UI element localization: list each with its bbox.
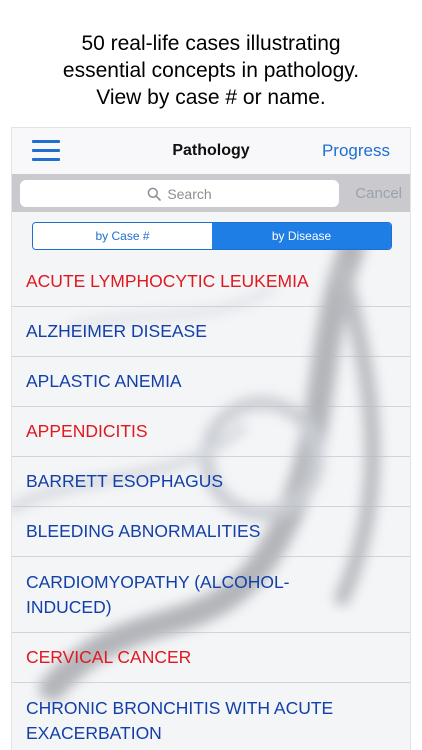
disease-name: CARDIOMYOPATHY (ALCOHOL- INDUCED)	[26, 571, 290, 617]
list-item[interactable]: APPENDICITIS	[12, 407, 410, 457]
sort-segmented-control: by Case # by Disease	[32, 222, 392, 250]
disease-name: BARRETT ESOPHAGUS	[26, 471, 224, 491]
disease-name: CERVICAL CANCER	[26, 647, 192, 667]
disease-name: APLASTIC ANEMIA	[26, 371, 182, 391]
list-item[interactable]: BARRETT ESOPHAGUS	[12, 457, 410, 507]
list-item[interactable]: CARDIOMYOPATHY (ALCOHOL- INDUCED)	[12, 557, 410, 633]
list-item[interactable]: APLASTIC ANEMIA	[12, 357, 410, 407]
caption-line-2: essential concepts in pathology.	[62, 59, 360, 82]
disease-name: BLEEDING ABNORMALITIES	[26, 521, 261, 541]
list-item[interactable]: ALZHEIMER DISEASE	[12, 307, 410, 357]
search-input[interactable]: Search	[20, 180, 339, 207]
disease-list: ACUTE LYMPHOCYTIC LEUKEMIA ALZHEIMER DIS…	[12, 257, 410, 750]
caption-line-3: View by case # or name.	[96, 86, 326, 109]
disease-name: CHRONIC BRONCHITIS WITH ACUTE EXACERBATI…	[26, 697, 334, 743]
cancel-button[interactable]: Cancel	[355, 185, 402, 202]
list-item[interactable]: CHRONIC BRONCHITIS WITH ACUTE EXACERBATI…	[12, 683, 410, 750]
list-item[interactable]: BLEEDING ABNORMALITIES	[12, 507, 410, 557]
disease-name: APPENDICITIS	[26, 421, 148, 441]
marketing-caption: 50 real-life cases illustrating essentia…	[0, 30, 422, 111]
navigation-bar: Pathology Progress	[12, 128, 410, 174]
caption-line-1: 50 real-life cases illustrating	[81, 32, 341, 55]
search-bar: Search Cancel	[12, 174, 410, 212]
disease-name: ACUTE LYMPHOCYTIC LEUKEMIA	[26, 271, 309, 291]
app-screen: Pathology Progress Search Cancel by Case…	[12, 128, 410, 750]
list-item[interactable]: ACUTE LYMPHOCYTIC LEUKEMIA	[12, 257, 410, 307]
progress-button[interactable]: Progress	[322, 141, 390, 161]
segment-by-disease[interactable]: by Disease	[212, 223, 391, 249]
list-item[interactable]: CERVICAL CANCER	[12, 633, 410, 683]
segment-by-case[interactable]: by Case #	[33, 223, 212, 249]
disease-name: ALZHEIMER DISEASE	[26, 321, 207, 341]
search-icon	[147, 187, 162, 201]
search-placeholder: Search	[167, 185, 212, 202]
